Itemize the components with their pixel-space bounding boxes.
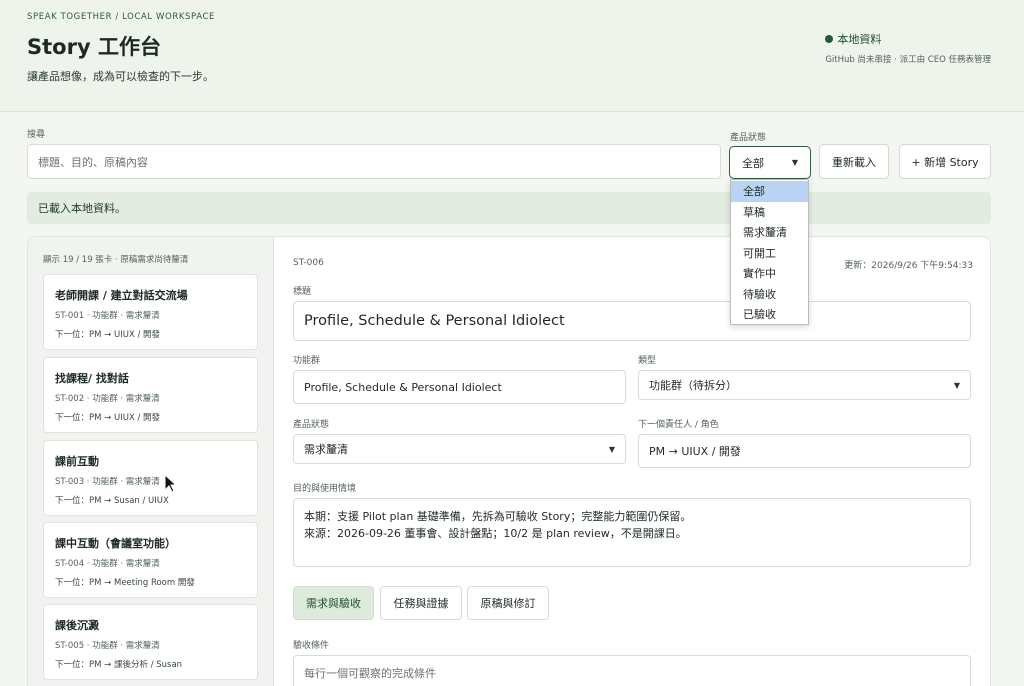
status-subtext: GitHub 尚未串接 · 派工由 CEO 任務表管理 xyxy=(825,55,991,65)
workspace-panel: 顯示 19 / 19 張卡 · 原稿需求尚待釐清 老師開課 / 建立對話交流場 … xyxy=(27,236,991,686)
mouse-cursor-icon xyxy=(164,474,178,493)
owner-input[interactable]: PM → UIUX / 開發 xyxy=(638,434,971,468)
card-title: 找課程/ 找對話 xyxy=(55,372,129,385)
card-meta: ST-004 · 功能群 · 需求釐清 xyxy=(55,559,160,569)
story-card[interactable]: 課中互動（會議室功能） ST-004 · 功能群 · 需求釐清 下一位：PM →… xyxy=(43,522,258,598)
product-status-select[interactable]: 需求釐清 ▼ xyxy=(293,434,626,464)
add-story-button[interactable]: + 新增 Story xyxy=(899,144,991,179)
tab-tasks[interactable]: 任務與證據 xyxy=(380,586,462,620)
purpose-line: 本期：支援 Pilot plan 基礎準備，先拆為可驗收 Story；完整能力範… xyxy=(304,510,692,523)
product-status-value: 需求釐清 xyxy=(304,443,348,456)
story-card[interactable]: 課前互動 ST-003 · 功能群 · 需求釐清 下一位：PM → Susan … xyxy=(43,440,258,516)
search-label: 搜尋 xyxy=(27,130,46,140)
card-meta: ST-002 · 功能群 · 需求釐清 xyxy=(55,394,160,404)
data-status: 本地資料 GitHub 尚未串接 · 派工由 CEO 任務表管理 xyxy=(825,31,991,65)
story-list: 顯示 19 / 19 張卡 · 原稿需求尚待釐清 老師開課 / 建立對話交流場 … xyxy=(28,237,274,686)
title-input[interactable]: Profile, Schedule & Personal Idiolect xyxy=(293,301,971,341)
type-label: 類型 xyxy=(638,356,657,366)
group-label: 功能群 xyxy=(293,356,321,366)
dropdown-option[interactable]: 可開工 xyxy=(731,243,808,264)
purpose-textarea[interactable]: 本期：支援 Pilot plan 基礎準備，先拆為可驗收 Story；完整能力範… xyxy=(293,498,971,567)
status-filter-label: 產品狀態 xyxy=(730,133,767,143)
dropdown-option[interactable]: 全部 xyxy=(731,181,808,202)
card-title: 老師開課 / 建立對話交流場 xyxy=(55,289,188,302)
type-value: 功能群（待拆分） xyxy=(649,379,737,392)
card-next: 下一位：PM → Meeting Room 開發 xyxy=(55,578,195,588)
status-label: 本地資料 xyxy=(837,33,882,46)
chevron-down-icon: ▼ xyxy=(608,444,615,454)
acceptance-label: 驗收條件 xyxy=(293,641,330,651)
group-input[interactable]: Profile, Schedule & Personal Idiolect xyxy=(293,370,626,404)
eyebrow: SPEAK TOGETHER / LOCAL WORKSPACE xyxy=(27,12,215,22)
card-meta: ST-001 · 功能群 · 需求釐清 xyxy=(55,311,160,321)
card-title: 課中互動（會議室功能） xyxy=(55,537,176,550)
tab-requirements[interactable]: 需求與驗收 xyxy=(293,586,374,620)
dropdown-option[interactable]: 待驗收 xyxy=(731,284,808,305)
card-meta: ST-005 · 功能群 · 需求釐清 xyxy=(55,641,160,651)
card-next: 下一位：PM → UIUX / 開發 xyxy=(55,413,161,423)
purpose-label: 目的與使用情境 xyxy=(293,484,357,494)
type-select[interactable]: 功能群（待拆分） ▼ xyxy=(638,370,971,400)
search-input[interactable]: 標題、目的、原稿內容 xyxy=(27,144,721,179)
page-title: Story 工作台 xyxy=(27,35,161,59)
card-title: 課前互動 xyxy=(55,455,99,468)
tagline: 讓產品想像，成為可以檢查的下一步。 xyxy=(27,70,214,83)
card-title: 課後沉澱 xyxy=(55,619,99,632)
status-banner: 已載入本地資料。 xyxy=(27,192,991,224)
story-detail: ST-006 更新：2026/9/26 下午9:54:33 標題 Profile… xyxy=(274,237,990,686)
title-label: 標題 xyxy=(293,287,312,297)
acceptance-input[interactable]: 每行一個可觀察的完成條件 xyxy=(293,655,971,686)
dropdown-option[interactable]: 已驗收 xyxy=(731,304,808,325)
story-card[interactable]: 老師開課 / 建立對話交流場 ST-001 · 功能群 · 需求釐清 下一位：P… xyxy=(43,274,258,350)
status-dropdown-menu: 全部 草稿 需求釐清 可開工 實作中 待驗收 已驗收 xyxy=(730,179,809,325)
product-status-label: 產品狀態 xyxy=(293,420,330,430)
reload-button[interactable]: 重新載入 xyxy=(819,144,889,179)
status-dot-icon xyxy=(825,35,834,43)
dropdown-option[interactable]: 草稿 xyxy=(731,202,808,223)
owner-label: 下一個責任人 / 角色 xyxy=(638,420,719,430)
chevron-down-icon: ▼ xyxy=(791,158,798,167)
dropdown-option[interactable]: 需求釐清 xyxy=(731,222,808,243)
card-next: 下一位：PM → UIUX / 開發 xyxy=(55,330,161,340)
list-summary: 顯示 19 / 19 張卡 · 原稿需求尚待釐清 xyxy=(43,255,189,265)
chevron-down-icon: ▼ xyxy=(953,380,960,390)
card-meta: ST-003 · 功能群 · 需求釐清 xyxy=(55,477,160,487)
story-id: ST-006 xyxy=(293,258,324,268)
tab-drafts[interactable]: 原稿與修訂 xyxy=(467,586,549,620)
status-filter-select[interactable]: 全部 ▼ xyxy=(729,146,811,179)
card-next: 下一位：PM → Susan / UIUX xyxy=(55,496,169,506)
app-header: SPEAK TOGETHER / LOCAL WORKSPACE Story 工… xyxy=(0,0,1024,112)
status-filter-value: 全部 xyxy=(742,156,764,170)
dropdown-option[interactable]: 實作中 xyxy=(731,263,808,284)
card-next: 下一位：PM → 課後分析 / Susan xyxy=(55,660,183,670)
story-card[interactable]: 課後沉澱 ST-005 · 功能群 · 需求釐清 下一位：PM → 課後分析 /… xyxy=(43,604,258,680)
purpose-line: 來源：2026-09-26 董事會、設計盤點；10/2 是 plan revie… xyxy=(304,527,687,540)
updated-timestamp: 更新：2026/9/26 下午9:54:33 xyxy=(844,261,973,271)
story-card[interactable]: 找課程/ 找對話 ST-002 · 功能群 · 需求釐清 下一位：PM → UI… xyxy=(43,357,258,433)
